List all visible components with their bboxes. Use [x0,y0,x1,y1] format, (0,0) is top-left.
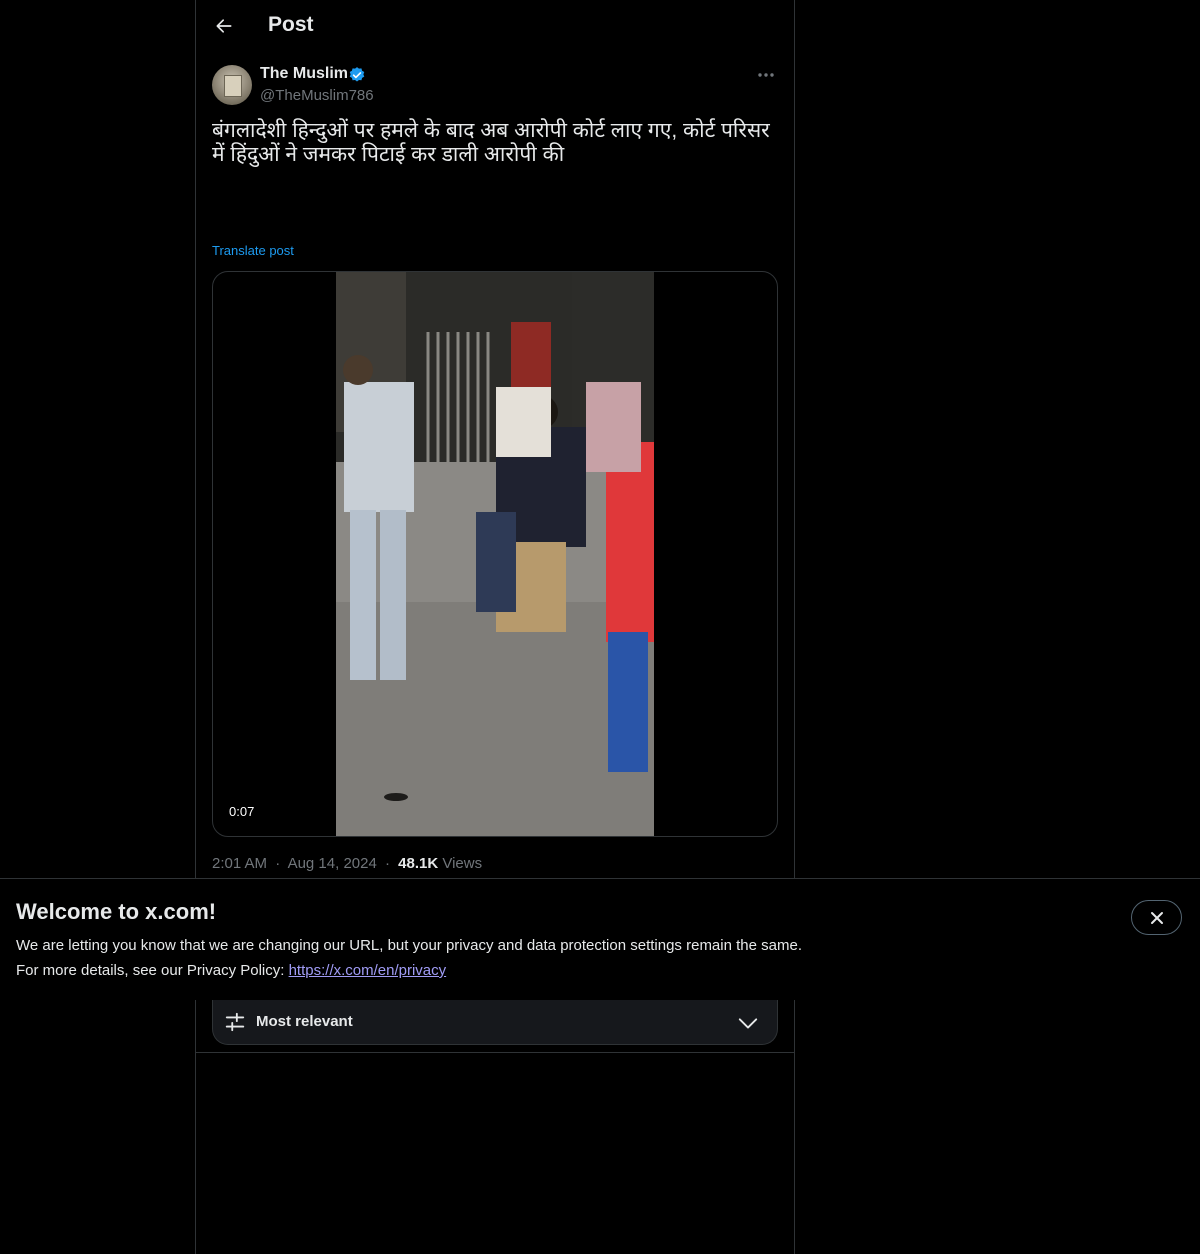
video-thumbnail [336,272,654,836]
privacy-policy-link[interactable]: https://x.com/en/privacy [289,962,447,979]
author-name[interactable]: The Muslim [260,65,348,83]
video-duration: 0:07 [229,804,255,819]
meta-separator: · [275,855,281,872]
header: Post [196,0,794,53]
avatar[interactable] [212,65,252,105]
post-meta: 2:01 AM · Aug 14, 2024 · 48.1K Views [212,855,482,872]
back-button[interactable] [208,10,240,42]
sort-label: Most relevant [256,1013,353,1030]
url-change-banner: Welcome to x.com! We are letting you kno… [0,878,1200,1000]
chevron-down-icon [738,1018,758,1029]
banner-title: Welcome to x.com! [16,899,217,924]
views-label: Views [442,855,483,872]
reply-sort-dropdown[interactable]: Most relevant [212,1000,778,1045]
arrow-left-icon [216,19,232,33]
post-date[interactable]: Aug 14, 2024 [288,855,377,872]
views-count: 48.1K [398,855,439,872]
verified-badge-icon [349,67,365,82]
banner-close-button[interactable] [1131,900,1182,935]
sliders-icon [225,1012,245,1032]
meta-separator: · [384,855,390,872]
divider [196,1052,794,1053]
page-title: Post [268,13,314,36]
video-player[interactable]: 0:07 [212,271,778,837]
post-time[interactable]: 2:01 AM [212,855,267,872]
banner-message: We are letting you know that we are chan… [16,937,802,954]
post-author: The Muslim @TheMuslim786 [212,64,778,108]
post-text: बंगलादेशी हिन्दुओं पर हमले के बाद अब आरो… [212,119,770,166]
banner-privacy-line: For more details, see our Privacy Policy… [16,962,446,979]
banner-privacy-prefix: For more details, see our Privacy Policy… [16,962,289,979]
more-icon [758,73,774,77]
more-options-button[interactable] [754,64,778,86]
close-icon [1150,911,1163,924]
translate-post-link[interactable]: Translate post [212,243,294,258]
primary-column: Post The Muslim @TheMuslim786 बंगलादेशी … [195,0,795,1254]
author-handle[interactable]: @TheMuslim786 [260,87,374,104]
avatar-image [224,75,242,97]
